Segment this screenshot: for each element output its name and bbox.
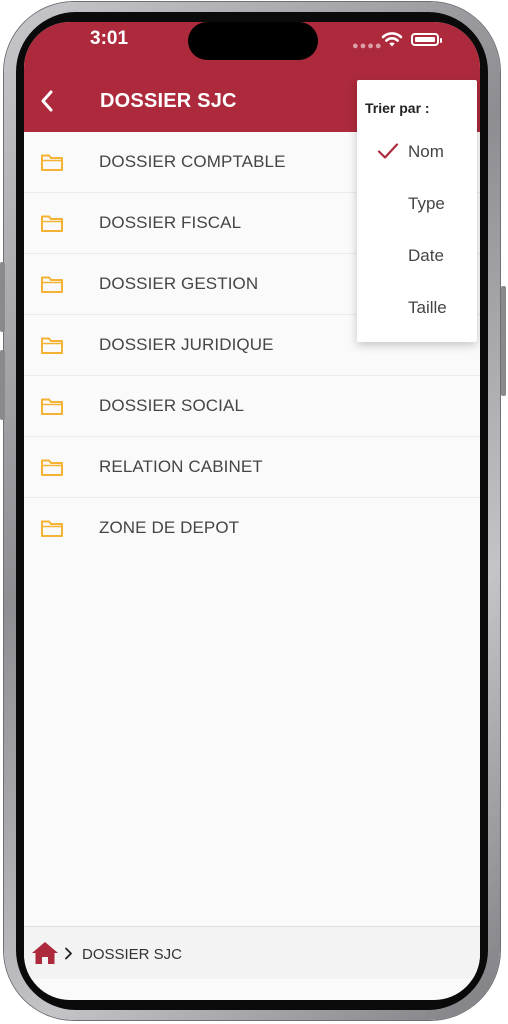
chevron-left-icon <box>41 90 53 112</box>
page-title: DOSSIER SJC <box>100 90 237 112</box>
folder-label: DOSSIER COMPTABLE <box>99 152 286 171</box>
dynamic-island <box>188 22 318 60</box>
sort-option-label: Nom <box>408 142 444 161</box>
folder-icon <box>41 276 63 293</box>
home-icon[interactable] <box>30 940 60 966</box>
folder-label: DOSSIER JURIDIQUE <box>99 335 274 354</box>
sort-menu-title: Trier par : <box>365 100 430 116</box>
check-icon <box>377 143 399 159</box>
sort-option-type[interactable]: Type <box>357 184 477 226</box>
folder-icon <box>41 154 63 171</box>
folder-icon <box>41 337 63 354</box>
folder-row[interactable]: ZONE DE DEPOT <box>24 498 480 558</box>
folder-icon <box>41 459 63 476</box>
app-screen: 3:01 ●●●● DOSSIER SJC DOSSIER COMPTABLE … <box>24 22 480 1000</box>
back-button[interactable] <box>32 86 62 116</box>
sort-option-date[interactable]: Date <box>357 236 477 278</box>
folder-icon <box>41 215 63 232</box>
folder-label: RELATION CABINET <box>99 457 263 476</box>
folder-label: ZONE DE DEPOT <box>99 518 240 537</box>
side-button-silent <box>0 262 5 332</box>
cellular-signal-icon: ●●●● <box>352 40 383 52</box>
battery-icon <box>411 33 442 46</box>
side-button-power <box>501 286 506 396</box>
wifi-icon <box>381 32 403 47</box>
folder-label: DOSSIER GESTION <box>99 274 259 293</box>
sort-option-taille[interactable]: Taille <box>357 288 477 330</box>
breadcrumb-current[interactable]: DOSSIER SJC <box>82 946 182 963</box>
chevron-right-icon <box>65 947 72 960</box>
folder-label: DOSSIER SOCIAL <box>99 396 244 415</box>
folder-icon <box>41 398 63 415</box>
sort-option-label: Date <box>408 246 444 265</box>
breadcrumb: DOSSIER SJC <box>24 926 480 979</box>
sort-option-label: Taille <box>408 298 447 317</box>
folder-label: DOSSIER FISCAL <box>99 213 242 232</box>
folder-icon <box>41 520 63 537</box>
folder-row[interactable]: RELATION CABINET <box>24 437 480 498</box>
sort-option-label: Type <box>408 194 445 213</box>
status-time: 3:01 <box>90 28 129 49</box>
side-button-volume <box>0 350 5 420</box>
folder-row[interactable]: DOSSIER SOCIAL <box>24 376 480 437</box>
sort-menu: Trier par : Nom Type Date Taille <box>357 80 477 342</box>
sort-option-nom[interactable]: Nom <box>357 132 477 174</box>
